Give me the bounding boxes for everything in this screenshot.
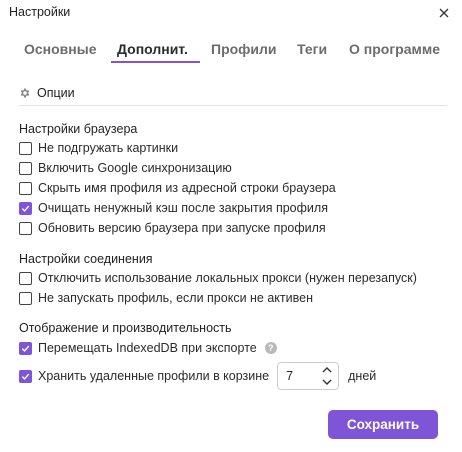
chevron-up-icon[interactable] xyxy=(320,365,334,375)
save-button[interactable]: Сохранить xyxy=(328,410,438,439)
option-disable-local-proxy[interactable]: Отключить использование локальных прокси… xyxy=(19,271,417,285)
option-clear-cache[interactable]: Очищать ненужный кэш после закрытия проф… xyxy=(19,201,328,215)
option-google-sync[interactable]: Включить Google синхронизацию xyxy=(19,161,232,175)
checkbox-checked[interactable] xyxy=(19,341,32,355)
checkbox[interactable] xyxy=(19,291,32,305)
title-bar: Настройки xyxy=(0,0,462,26)
checkbox[interactable] xyxy=(19,221,32,235)
checkbox-checked[interactable] xyxy=(19,369,32,383)
option-label: Очищать ненужный кэш после закрытия проф… xyxy=(38,201,328,215)
tab-basic[interactable]: Основные xyxy=(24,41,97,57)
option-label: Не запускать профиль, если прокси не акт… xyxy=(38,291,313,305)
option-label: Не подгружать картинки xyxy=(38,141,179,155)
checkbox[interactable] xyxy=(19,271,32,285)
checkbox[interactable] xyxy=(19,161,32,175)
active-tab-indicator xyxy=(111,61,200,63)
check-icon xyxy=(21,345,30,352)
help-icon[interactable]: ? xyxy=(264,342,277,354)
option-hide-profile-name[interactable]: Скрыть имя профиля из адресной строки бр… xyxy=(19,181,336,195)
days-suffix: дней xyxy=(348,369,377,383)
checkbox-checked[interactable] xyxy=(19,201,32,215)
tab-bar: Основные Дополнит. Профили Теги О програ… xyxy=(0,32,462,64)
option-label: Перемещать IndexedDB при экспорте xyxy=(38,341,257,355)
display-performance-heading: Отображение и производительность xyxy=(19,321,232,335)
option-move-indexeddb[interactable]: Перемещать IndexedDB при экспорте ? xyxy=(19,341,277,355)
gear-icon xyxy=(19,87,31,99)
tab-advanced[interactable]: Дополнит. xyxy=(117,41,188,57)
section-divider xyxy=(19,105,447,106)
option-no-images[interactable]: Не подгружать картинки xyxy=(19,141,178,155)
check-icon xyxy=(21,373,30,380)
days-input[interactable] xyxy=(286,368,321,384)
section-header: Опции xyxy=(19,86,75,100)
tab-profiles[interactable]: Профили xyxy=(211,41,277,57)
checkbox[interactable] xyxy=(19,181,32,195)
chevron-down-icon[interactable] xyxy=(320,377,334,387)
option-update-browser[interactable]: Обновить версию браузера при запуске про… xyxy=(19,221,326,235)
window-title: Настройки xyxy=(9,5,71,19)
close-icon[interactable] xyxy=(434,3,454,23)
tab-tags[interactable]: Теги xyxy=(297,41,327,57)
option-keep-deleted-profiles[interactable]: Хранить удаленные профили в корзине дней xyxy=(19,362,376,390)
tab-about[interactable]: О программе xyxy=(349,41,440,57)
option-label: Хранить удаленные профили в корзине xyxy=(38,369,270,383)
days-stepper[interactable] xyxy=(277,362,340,390)
option-label: Обновить версию браузера при запуске про… xyxy=(38,221,326,235)
option-label: Включить Google синхронизацию xyxy=(38,161,232,175)
option-label: Отключить использование локальных прокси… xyxy=(38,271,417,285)
connection-settings-heading: Настройки соединения xyxy=(19,252,153,266)
browser-settings-heading: Настройки браузера xyxy=(19,122,138,136)
section-title: Опции xyxy=(37,86,75,100)
check-icon xyxy=(21,205,30,212)
option-label: Скрыть имя профиля из адресной строки бр… xyxy=(38,181,336,195)
stepper-arrows xyxy=(320,365,334,387)
option-no-launch-without-proxy[interactable]: Не запускать профиль, если прокси не акт… xyxy=(19,291,313,305)
checkbox[interactable] xyxy=(19,141,32,155)
